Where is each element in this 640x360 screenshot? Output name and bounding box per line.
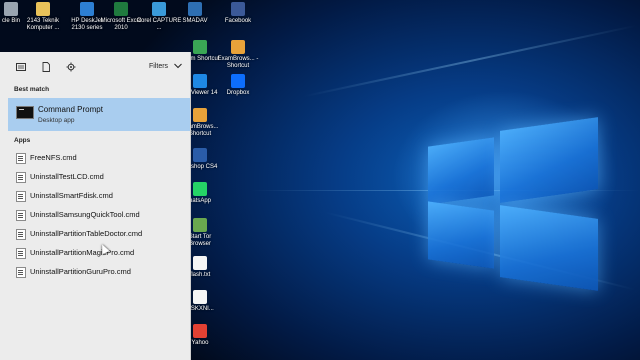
windows-logo <box>428 117 603 291</box>
desktop-icon-label: SMADAV <box>182 18 208 24</box>
printer-icon <box>80 2 94 16</box>
list-item-label: UninstallPartitionGuruPro.cmd <box>30 267 131 276</box>
list-item[interactable]: UninstallPartitionGuruPro.cmd <box>8 262 190 281</box>
list-item[interactable]: UninstallSamsungQuickTool.cmd <box>8 205 190 224</box>
excel-icon <box>114 2 128 16</box>
cmd-file-icon <box>16 267 26 278</box>
cmd-file-icon <box>16 210 26 221</box>
list-item-label: UninstallPartitionMagicPro.cmd <box>30 248 135 257</box>
list-item-label: UninstallSmartFdisk.cmd <box>30 191 113 200</box>
filters-label: Filters <box>148 63 169 70</box>
cmd-file-icon <box>16 248 26 259</box>
list-item-label: UninstallTestLCD.cmd <box>30 172 104 181</box>
search-results-panel: Filters Best match Command Prompt Deskto… <box>0 52 191 360</box>
apps-heading: Apps <box>14 137 31 144</box>
text-file-icon <box>193 256 207 270</box>
list-item[interactable]: UninstallPartitionTableDoctor.cmd <box>8 224 190 243</box>
list-item-label: FreeNFS.cmd <box>30 153 77 162</box>
cmd-file-icon <box>16 153 26 164</box>
folder-icon <box>36 2 50 16</box>
list-item-label: UninstallPartitionTableDoctor.cmd <box>30 229 143 238</box>
filters-dropdown[interactable]: Filters <box>149 63 182 70</box>
all-results-icon[interactable] <box>16 62 26 72</box>
facebook-icon <box>231 2 245 16</box>
desktop-icon-label: 2143 Teknik Komputer ... <box>26 18 60 31</box>
best-match-command-prompt[interactable]: Command Prompt Desktop app <box>8 98 190 131</box>
light-beam <box>303 24 637 98</box>
photoshop-icon <box>193 148 207 162</box>
teamviewer-icon <box>193 74 207 88</box>
list-item[interactable]: FreeNFS.cmd <box>8 148 190 167</box>
list-item-label: UninstallSamsungQuickTool.cmd <box>30 210 140 219</box>
best-match-title: Command Prompt <box>38 105 103 114</box>
recycle-bin-icon <box>4 2 18 16</box>
desktop-icon-label: Facebook <box>224 18 252 24</box>
list-item[interactable]: UninstallSmartFdisk.cmd <box>8 186 190 205</box>
cmd-file-icon <box>16 229 26 240</box>
command-prompt-icon <box>16 106 34 119</box>
chevron-down-icon <box>174 63 182 69</box>
cmd-file-icon <box>16 172 26 183</box>
desktop-icon[interactable]: Facebook <box>215 2 261 25</box>
dropbox-icon <box>231 74 245 88</box>
documents-icon[interactable] <box>41 62 51 72</box>
list-item[interactable]: UninstallTestLCD.cmd <box>8 167 190 186</box>
desktop-icon[interactable]: 2143 Teknik Komputer ... <box>20 2 66 32</box>
corel-icon <box>152 2 166 16</box>
settings-gear-icon[interactable] <box>66 62 76 72</box>
chrome-icon <box>193 324 207 338</box>
file-icon <box>193 290 207 304</box>
best-match-subtitle: Desktop app <box>38 117 75 124</box>
tor-icon <box>193 218 207 232</box>
whatsapp-icon <box>193 182 207 196</box>
smadav-icon <box>188 2 202 16</box>
search-toolbar: Filters <box>8 52 190 82</box>
cmd-file-icon <box>16 191 26 202</box>
desktop-icon[interactable]: SMADAV <box>172 2 218 25</box>
best-match-heading: Best match <box>14 86 50 93</box>
exambrowser-icon <box>193 108 207 122</box>
shortcut-icon <box>193 40 207 54</box>
exambrowser-icon <box>231 40 245 54</box>
